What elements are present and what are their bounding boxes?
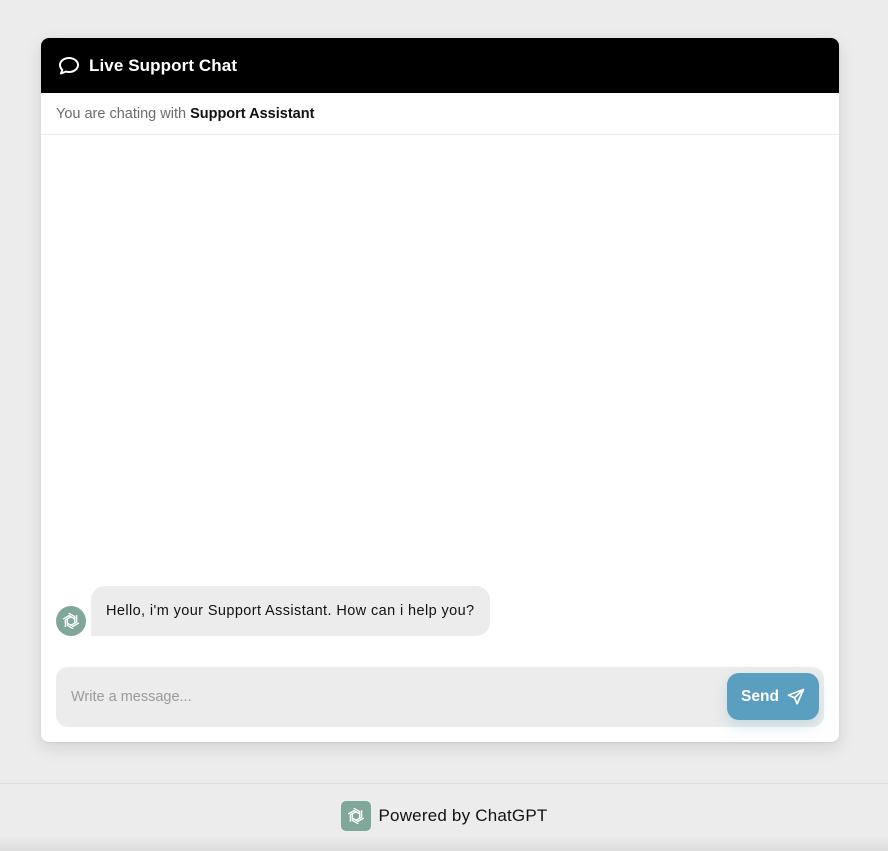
chat-bubble-icon (57, 54, 81, 78)
paper-plane-icon (787, 688, 805, 706)
page: Live Support Chat You are chating with S… (0, 0, 888, 851)
powered-by-text: Powered by ChatGPT (378, 805, 548, 825)
openai-logo-icon (340, 800, 371, 831)
message-input[interactable] (56, 667, 716, 727)
message-list[interactable]: Hello, i'm your Support Assistant. How c… (41, 135, 839, 655)
message-composer: Send (56, 667, 824, 727)
chat-widget: Live Support Chat You are chating with S… (41, 38, 839, 742)
chat-header: Live Support Chat (41, 38, 839, 93)
chat-title: Live Support Chat (89, 55, 238, 75)
send-button[interactable]: Send (727, 673, 819, 720)
chat-status-bar: You are chating with Support Assistant (41, 93, 839, 135)
assistant-message-bubble: Hello, i'm your Support Assistant. How c… (91, 586, 490, 636)
chatting-with-label: You are chating with (56, 105, 187, 122)
send-button-label: Send (741, 687, 779, 705)
openai-logo-icon (56, 606, 86, 636)
agent-name: Support Assistant (190, 105, 315, 122)
message-row: Hello, i'm your Support Assistant. How c… (56, 586, 490, 636)
footer: Powered by ChatGPT (0, 783, 888, 851)
